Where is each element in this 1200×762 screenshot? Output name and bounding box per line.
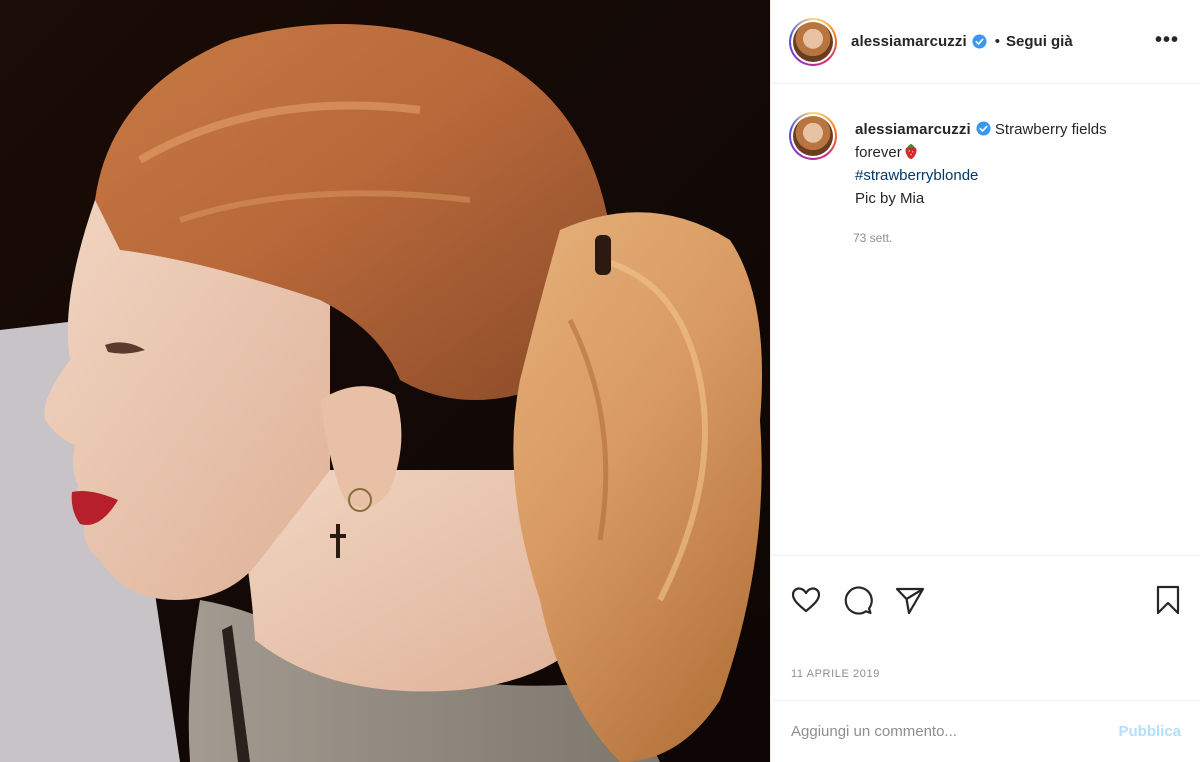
verified-badge-icon bbox=[976, 121, 991, 136]
author-username[interactable]: alessiamarcuzzi bbox=[851, 33, 967, 50]
caption-hashtag-link[interactable]: #strawberryblonde bbox=[855, 167, 978, 184]
caption-credit: Pic by Mia bbox=[855, 190, 925, 207]
post-action-bar bbox=[771, 555, 1200, 645]
comment-icon bbox=[844, 586, 873, 615]
comment-input[interactable] bbox=[791, 723, 1119, 740]
author-avatar[interactable] bbox=[789, 17, 837, 66]
avatar-ring bbox=[791, 114, 835, 158]
caption-author-avatar[interactable] bbox=[789, 112, 837, 160]
save-button[interactable] bbox=[1151, 583, 1185, 617]
share-button[interactable] bbox=[893, 583, 927, 617]
publish-comment-button[interactable]: Pubblica bbox=[1118, 723, 1181, 740]
like-button[interactable] bbox=[789, 583, 823, 617]
post-photo bbox=[0, 0, 770, 762]
send-icon bbox=[895, 587, 925, 615]
post-image[interactable] bbox=[0, 0, 770, 762]
avatar-photo bbox=[793, 21, 833, 62]
avatar-ring bbox=[791, 19, 835, 64]
caption-line-2: forever bbox=[855, 144, 902, 161]
header-separator: • bbox=[994, 33, 1001, 50]
post-date[interactable]: 11 APRILE 2019 bbox=[791, 668, 880, 680]
caption-username[interactable]: alessiamarcuzzi bbox=[855, 121, 971, 138]
verified-badge-icon bbox=[972, 34, 987, 49]
post-header: alessiamarcuzzi • Segui già ••• bbox=[771, 0, 1200, 84]
caption-time-ago[interactable]: 73 sett. bbox=[853, 231, 892, 245]
more-options-button[interactable]: ••• bbox=[1155, 30, 1179, 50]
caption-text: alessiamarcuzzi Strawberry fields foreve… bbox=[855, 112, 1107, 210]
post-side-panel: alessiamarcuzzi • Segui già ••• alessiam… bbox=[770, 0, 1200, 762]
follow-status-button[interactable]: Segui già bbox=[1006, 33, 1073, 50]
caption-line-1: Strawberry fields bbox=[994, 121, 1107, 138]
strawberry-icon bbox=[905, 143, 917, 160]
comment-form: Pubblica bbox=[771, 700, 1200, 762]
avatar-photo bbox=[793, 116, 833, 156]
heart-icon bbox=[791, 587, 821, 613]
post-caption: alessiamarcuzzi Strawberry fields foreve… bbox=[789, 112, 1184, 210]
comment-button[interactable] bbox=[841, 583, 875, 617]
bookmark-icon bbox=[1156, 585, 1180, 615]
